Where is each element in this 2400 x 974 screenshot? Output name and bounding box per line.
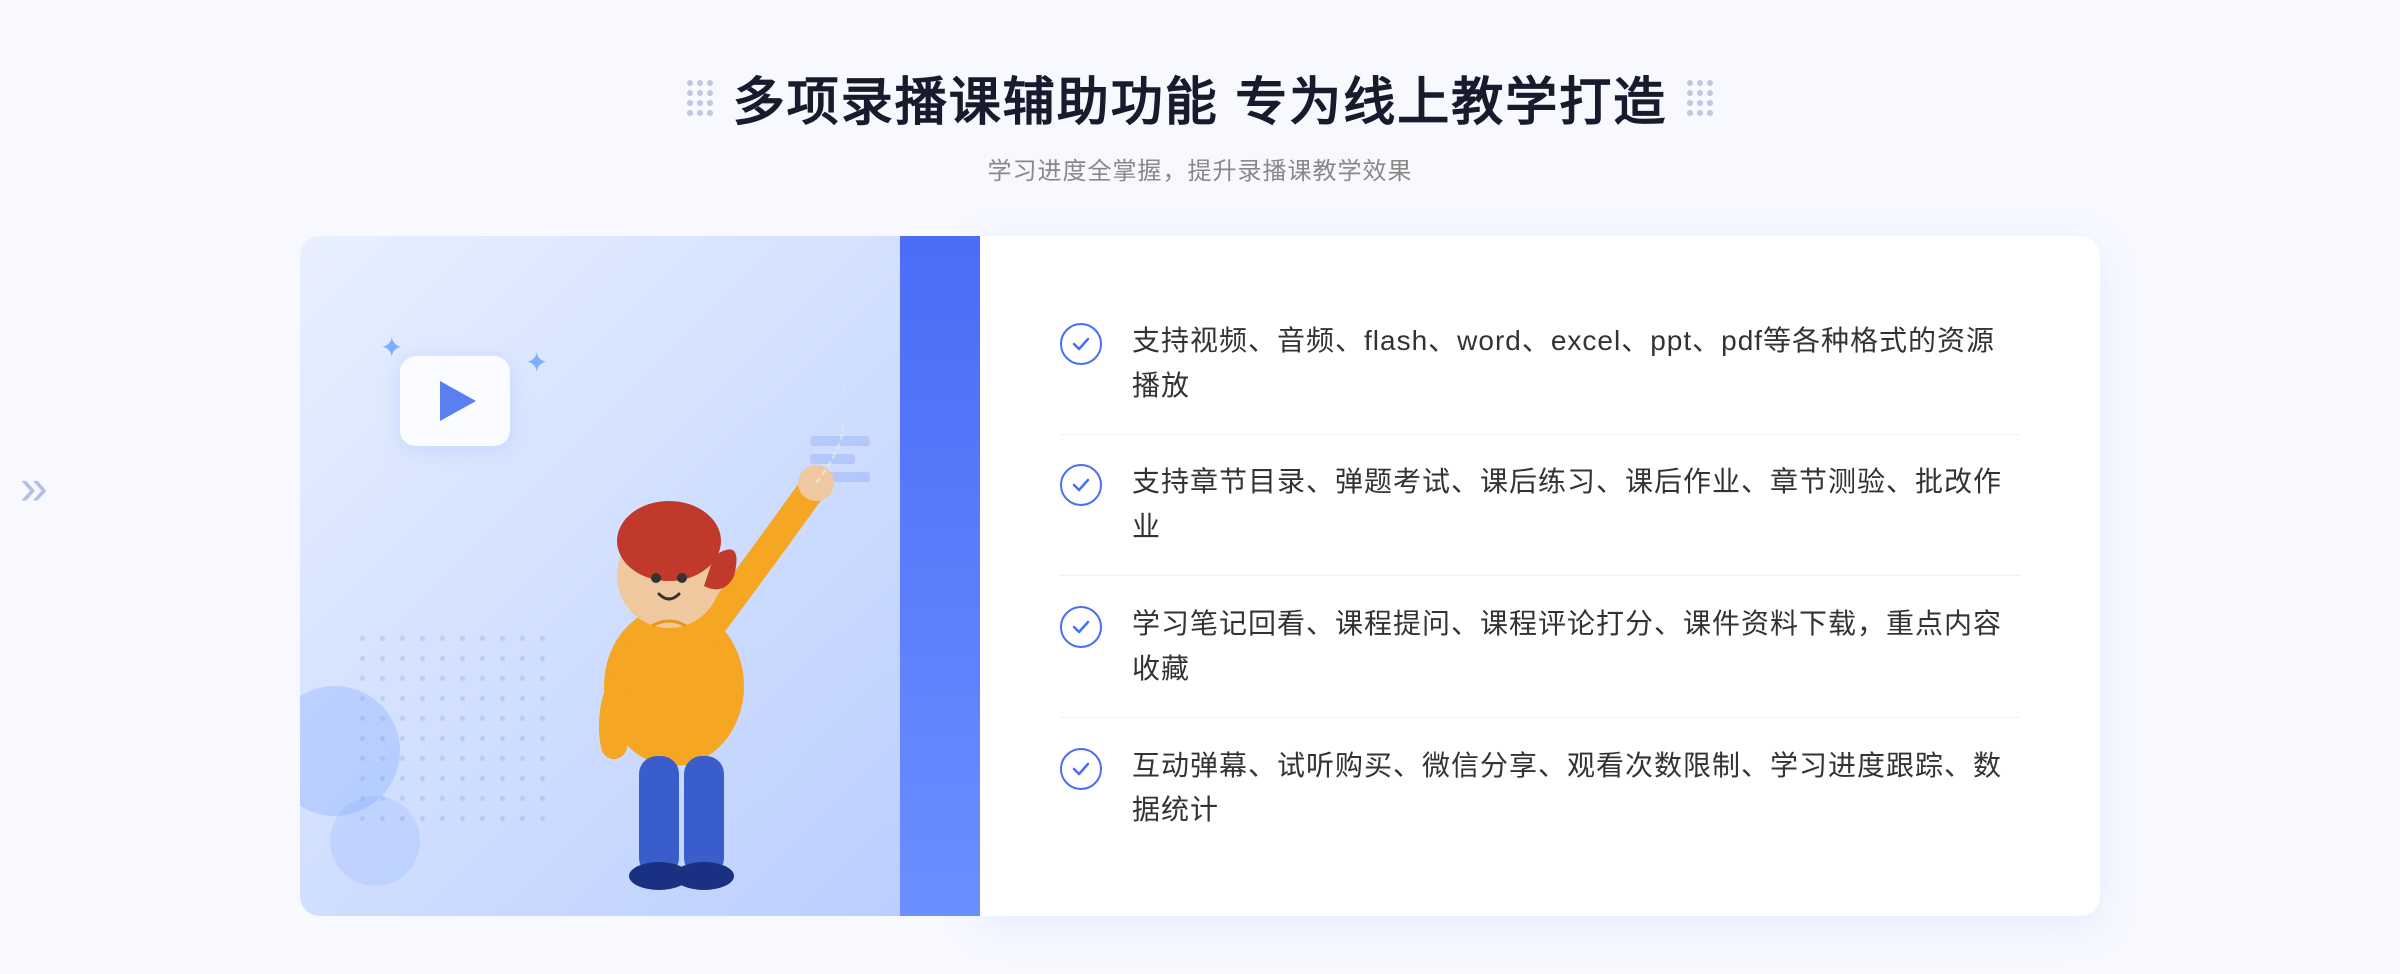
feature-text-4: 互动弹幕、试听购买、微信分享、观看次数限制、学习进度跟踪、数据统计 xyxy=(1132,744,2020,834)
feature-item-3: 学习笔记回看、课程提问、课程评论打分、课件资料下载，重点内容收藏 xyxy=(1060,582,2020,712)
title-row: 多项录播课辅助功能 专为线上教学打造 xyxy=(687,60,1713,135)
feature-check-2 xyxy=(1060,464,1102,506)
page-container: » 多项录播课辅助功能 专为线上教学打造 学习进度全掌握，提升录播课教学效果 xyxy=(0,0,2400,974)
divider-2 xyxy=(1060,575,2020,576)
page-arrow-left: » xyxy=(20,458,48,516)
content-area: ✦ ✦ xyxy=(300,236,2100,916)
feature-text-1: 支持视频、音频、flash、word、excel、ppt、pdf等各种格式的资源… xyxy=(1132,319,2020,409)
deco-circle-2 xyxy=(330,796,420,886)
feature-text-2: 支持章节目录、弹题考试、课后练习、课后作业、章节测验、批改作业 xyxy=(1132,460,2020,550)
check-circle-icon-2 xyxy=(1060,464,1102,506)
check-circle-icon-1 xyxy=(1060,323,1102,365)
illustration-panel: ✦ ✦ xyxy=(300,236,980,916)
play-icon-bubble xyxy=(400,356,510,446)
feature-item-2: 支持章节目录、弹题考试、课后练习、课后作业、章节测验、批改作业 xyxy=(1060,440,2020,570)
check-circle-icon-4 xyxy=(1060,748,1102,790)
feature-text-3: 学习笔记回看、课程提问、课程评论打分、课件资料下载，重点内容收藏 xyxy=(1132,602,2020,692)
feature-item-4: 互动弹幕、试听购买、微信分享、观看次数限制、学习进度跟踪、数据统计 xyxy=(1060,724,2020,854)
right-dot-decoration xyxy=(1687,80,1713,116)
feature-check-1 xyxy=(1060,323,1102,365)
check-circle-icon-3 xyxy=(1060,606,1102,648)
blue-bar-decoration xyxy=(900,236,980,916)
feature-check-3 xyxy=(1060,606,1102,648)
left-dot-decoration xyxy=(687,80,713,116)
feature-check-4 xyxy=(1060,748,1102,790)
person-illustration xyxy=(504,356,844,916)
play-triangle-icon xyxy=(440,381,476,421)
features-panel: 支持视频、音频、flash、word、excel、ppt、pdf等各种格式的资源… xyxy=(980,236,2100,916)
divider-1 xyxy=(1060,434,2020,435)
page-subtitle: 学习进度全掌握，提升录播课教学效果 xyxy=(687,151,1713,186)
sparkle-icon-1: ✦ xyxy=(380,331,403,364)
divider-3 xyxy=(1060,717,2020,718)
header-section: 多项录播课辅助功能 专为线上教学打造 学习进度全掌握，提升录播课教学效果 xyxy=(687,60,1713,186)
feature-item-1: 支持视频、音频、flash、word、excel、ppt、pdf等各种格式的资源… xyxy=(1060,299,2020,429)
page-title: 多项录播课辅助功能 专为线上教学打造 xyxy=(733,60,1667,135)
